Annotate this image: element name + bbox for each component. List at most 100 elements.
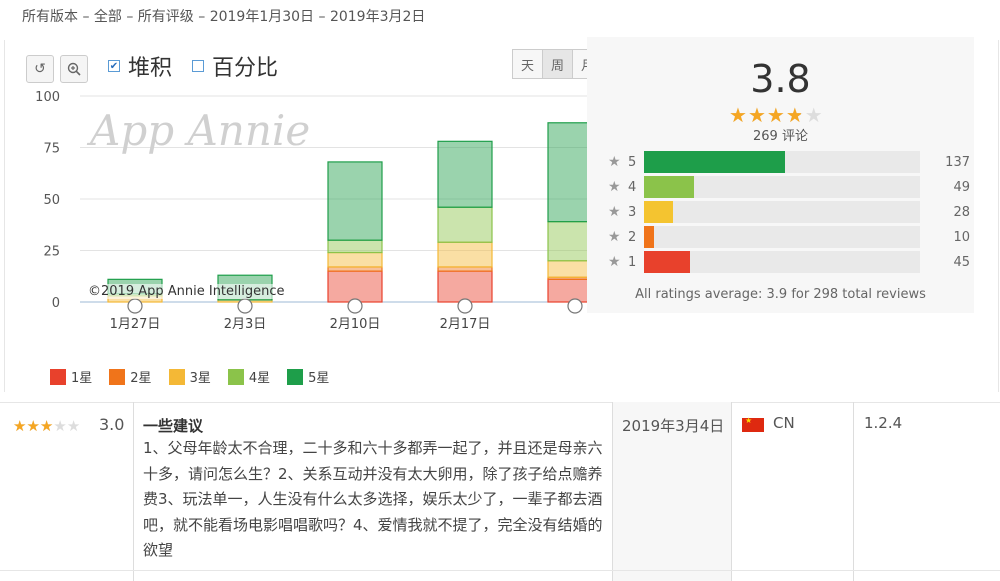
review-date: 2019年3月4日 xyxy=(622,417,725,435)
star-icon: ★ ★ xyxy=(26,417,40,435)
rating-chart-panel: 所有版本 – 全部 – 所有评级 – 2019年1月30日 – 2019年3月2… xyxy=(0,0,1000,392)
legend-swatch xyxy=(227,368,244,385)
star-icon: ★ xyxy=(608,179,621,195)
bar-segment xyxy=(327,266,383,272)
bar-segment xyxy=(437,270,493,303)
bar-segment xyxy=(327,251,383,268)
bar-segment xyxy=(437,266,493,272)
legend-item[interactable]: 2星 xyxy=(109,367,152,386)
bar-segment xyxy=(437,206,493,243)
legend-item[interactable]: 4星 xyxy=(227,367,271,386)
column-divider xyxy=(853,402,854,581)
annotation-icon xyxy=(237,298,253,314)
filter-summary: 所有版本 – 全部 – 所有评级 – 2019年1月30日 – 2019年3月2… xyxy=(22,9,426,25)
row-top-border xyxy=(0,402,1000,403)
undo-icon: ↺ xyxy=(34,61,46,77)
y-tick-label: 75 xyxy=(43,142,60,157)
review-row[interactable]: ★ ★ ★ ★ ★ ★ ★★ 3.0 一些建议 1、父母年龄太不合理，二十多和六十多都弄一起… xyxy=(0,402,1000,581)
review-body: 1、父母年龄太不合理，二十多和六十多都弄一起了，并且还是母亲六十多，请问怎么生？… xyxy=(143,439,603,559)
y-tick-label: 50 xyxy=(43,193,60,208)
x-tick-label: 1月27日 xyxy=(110,317,161,332)
legend-swatch xyxy=(168,368,185,385)
review-count: 269 评论 xyxy=(753,129,808,144)
bar-star-label: 1 xyxy=(628,254,637,270)
column-divider xyxy=(133,402,134,581)
bar-track xyxy=(644,151,920,173)
star-icon: ★ ★ xyxy=(729,103,748,127)
bar-fill xyxy=(644,251,691,273)
zoom-in-icon xyxy=(67,62,81,76)
legend-item[interactable]: 5星 xyxy=(287,367,329,386)
bar-star-label: 2 xyxy=(628,229,637,245)
star-icon: ★ ★ xyxy=(13,417,27,435)
stacked-bar-chart: 0 25 50 75 100 App Annie 1月27日 2月3日 2月10日 2月17日 xyxy=(35,90,600,332)
watermark-logo: App Annie xyxy=(86,106,310,155)
x-tick-label: 2月3日 xyxy=(224,317,267,332)
rating-summary-card: 3.8 ★ ★ ★ ★ ★ ★ ★ ★ ★ 269 评论 ★ 5 137 ★ 4 49 ★ 3 28 ★ 2 10 ★ 1… xyxy=(587,37,974,313)
star-icon: ★ xyxy=(66,417,81,435)
bar-fill xyxy=(644,226,655,248)
bar-count: 137 xyxy=(945,154,970,170)
column-divider xyxy=(731,402,732,581)
star-icon: ★ xyxy=(608,229,621,245)
annotation-icon xyxy=(127,298,143,314)
legend-label: 1星 xyxy=(71,371,93,386)
review-title: 一些建议 xyxy=(143,417,204,435)
average-stars: ★ ★ ★ ★ ★ ★ ★ ★ ★ xyxy=(729,103,824,127)
review-stars: ★ ★ ★ ★ ★ ★ ★★ xyxy=(13,417,80,435)
rating-bar-row[interactable]: ★ 2 10 xyxy=(608,226,970,248)
legend-label: 3星 xyxy=(189,371,211,386)
bar-segment xyxy=(327,239,383,254)
bar-segment xyxy=(327,161,383,241)
bar-track xyxy=(644,226,920,248)
period-button-0[interactable]: 天 xyxy=(512,49,543,79)
average-summary-text: All ratings average: 3.9 for 298 total r… xyxy=(635,287,926,302)
bar-star-label: 3 xyxy=(628,204,637,220)
bar-star-label: 4 xyxy=(628,179,637,195)
legend-swatch xyxy=(109,368,126,385)
china-flag-icon: ★ xyxy=(742,416,764,432)
bar-fill xyxy=(644,201,673,223)
bar-segment xyxy=(437,140,493,208)
zoom-button[interactable] xyxy=(60,55,88,83)
legend-item[interactable]: 3星 xyxy=(168,367,211,386)
legend-label: 2星 xyxy=(130,371,152,386)
percent-checkbox[interactable]: 百分比 xyxy=(192,50,278,82)
star-icon: ★ xyxy=(53,417,67,435)
y-tick-label: 25 xyxy=(43,245,60,260)
review-version: 1.2.4 xyxy=(864,414,903,432)
legend-label: 5星 xyxy=(308,371,330,386)
legend-swatch xyxy=(287,368,304,385)
reset-zoom-button[interactable]: ↺ xyxy=(26,55,54,83)
percent-label: 百分比 xyxy=(212,56,279,81)
annotation-icon xyxy=(567,298,583,314)
x-tick-label: 2月17日 xyxy=(440,317,491,332)
annotation-icon xyxy=(457,298,473,314)
rating-bar-row[interactable]: ★ 1 45 xyxy=(608,251,970,273)
bar-star-label: 5 xyxy=(628,154,637,170)
star-icon: ★ ★ xyxy=(785,103,805,127)
y-tick-label: 100 xyxy=(35,90,60,105)
star-icon: ★ xyxy=(804,103,824,127)
rating-bar-row[interactable]: ★ 4 49 xyxy=(608,176,970,198)
legend-item[interactable]: 1星 xyxy=(50,367,92,386)
bar-track xyxy=(644,176,920,198)
review-score: 3.0 xyxy=(99,415,125,434)
star-icon: ★ ★ xyxy=(747,103,767,127)
rating-bar-row[interactable]: ★ 3 28 xyxy=(608,201,970,223)
legend-label: 4星 xyxy=(248,371,271,386)
review-country: CN xyxy=(773,414,795,432)
rating-bar-row[interactable]: ★ 5 137 xyxy=(608,151,970,173)
star-icon: ★ ★ xyxy=(39,417,54,435)
period-button-1[interactable]: 周 xyxy=(542,49,573,79)
bar-segment xyxy=(327,270,383,303)
bar-track xyxy=(644,251,920,273)
checkbox-checked-icon: ✔ xyxy=(108,60,120,72)
average-score: 3.8 xyxy=(750,57,811,101)
y-tick-label: 0 xyxy=(52,296,60,311)
bar-fill xyxy=(644,176,694,198)
stack-checkbox[interactable]: ✔ 堆积 xyxy=(108,50,172,82)
bar-count: 10 xyxy=(953,229,970,245)
checkbox-empty-icon xyxy=(192,60,204,72)
row-bottom-border xyxy=(0,570,1000,571)
